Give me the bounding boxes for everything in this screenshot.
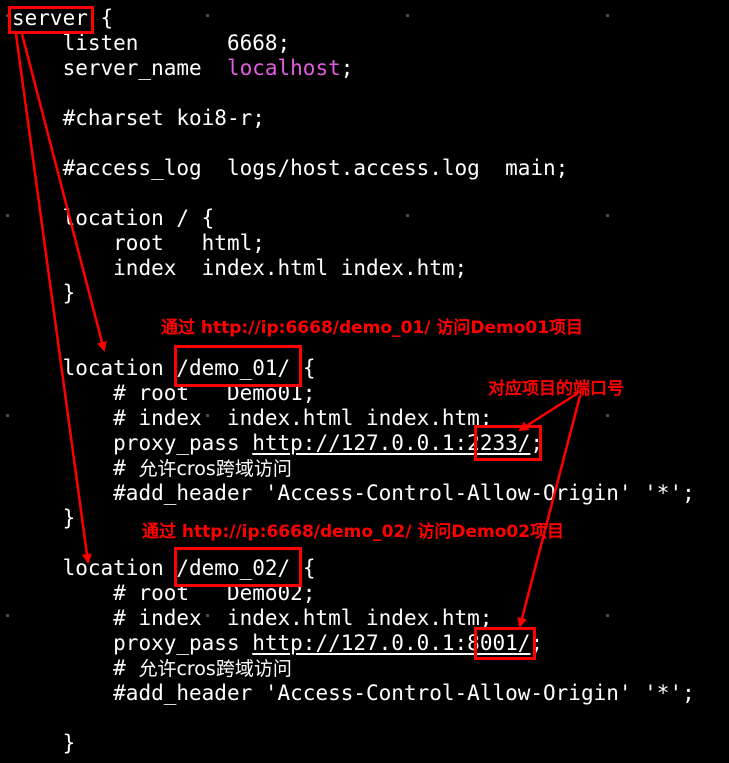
- arrow-port-note-to-2233: [518, 391, 579, 432]
- arrow-server-to-demo01: [20, 33, 107, 352]
- arrow-server-to-demo02: [14, 33, 92, 564]
- annotation-arrows: [14, 33, 582, 628]
- arrow-port-note-to-8001: [517, 395, 582, 628]
